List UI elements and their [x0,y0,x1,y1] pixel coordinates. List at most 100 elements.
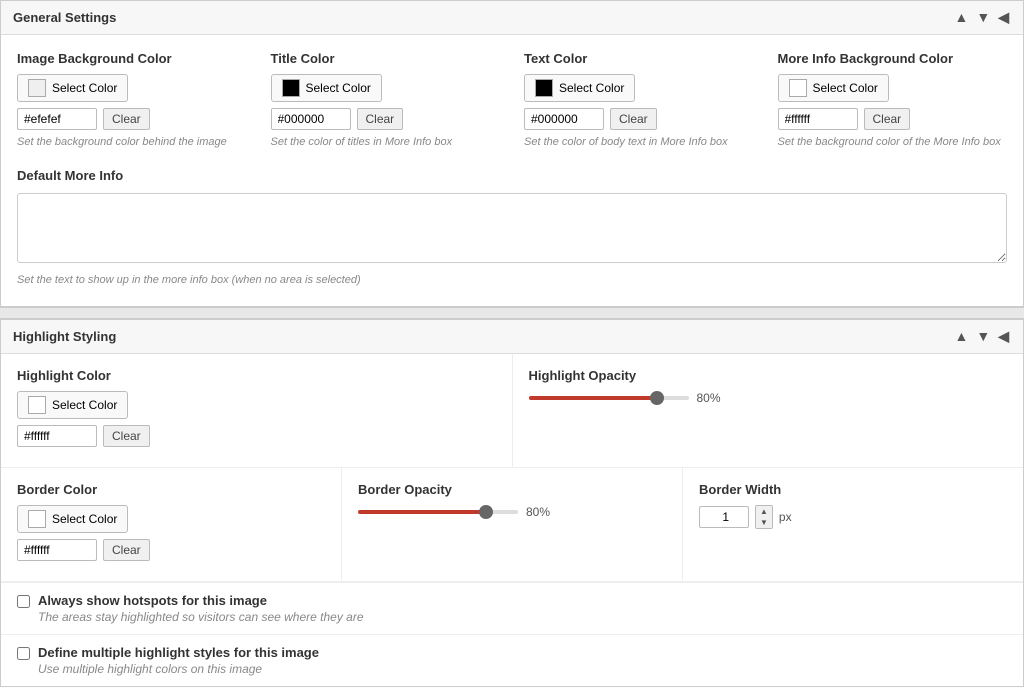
general-settings-header: General Settings ▲ ▼ ◀ [1,1,1023,35]
border-color-label: Border Color [17,482,325,497]
highlight-collapse-up-icon[interactable]: ▲ [953,328,971,345]
border-color-swatch [28,510,46,528]
border-width-decrement-btn[interactable]: ▼ [756,517,772,528]
title-hex-row: Clear [271,108,501,130]
text-clear-btn[interactable]: Clear [610,108,657,130]
border-width-unit: px [779,510,792,524]
border-width-increment-btn[interactable]: ▲ [756,506,772,517]
header-controls: ▲ ▼ ◀ [953,9,1012,26]
highlight-checkboxes: Always show hotspots for this image The … [1,582,1023,686]
define-multiple-highlights-title: Define multiple highlight styles for thi… [38,645,319,660]
more-info-bg-picker-btn[interactable]: Select Color [778,74,889,102]
default-more-info-textarea[interactable] [17,193,1007,263]
border-opacity-fill [358,510,486,514]
highlight-color-section: Highlight Color Select Color Clear [1,354,513,467]
color-fields-row: Image Background Color Select Color Clea… [17,51,1007,148]
highlight-opacity-section: Highlight Opacity 80% [513,354,1024,467]
general-settings-panel: General Settings ▲ ▼ ◀ Image Background … [0,0,1024,307]
highlight-color-btn-label: Select Color [52,398,117,412]
image-bg-hex-row: Clear [17,108,247,130]
more-info-bg-label: More Info Background Color [778,51,1008,66]
title-color-btn-label: Select Color [306,81,371,95]
define-multiple-highlights-desc: Use multiple highlight colors on this im… [38,662,319,676]
highlight-color-label: Highlight Color [17,368,496,383]
title-color-label: Title Color [271,51,501,66]
more-info-hex-input[interactable] [778,108,858,130]
border-width-section: Border Width ▲ ▼ px [683,468,1023,581]
highlight-collapse-left-icon[interactable]: ◀ [996,328,1011,345]
collapse-down-icon[interactable]: ▼ [974,9,992,26]
text-hex-row: Clear [524,108,754,130]
collapse-left-icon[interactable]: ◀ [996,9,1011,26]
title-clear-btn[interactable]: Clear [357,108,404,130]
title-color-picker-btn[interactable]: Select Color [271,74,382,102]
text-color-swatch [535,79,553,97]
highlight-opacity-thumb [650,391,664,405]
more-info-clear-btn[interactable]: Clear [864,108,911,130]
always-show-hotspots-desc: The areas stay highlighted so visitors c… [38,610,364,624]
default-more-info-section: Default More Info Set the text to show u… [17,168,1007,286]
more-info-bg-color-field: More Info Background Color Select Color … [778,51,1008,148]
highlight-clear-btn[interactable]: Clear [103,425,150,447]
highlight-opacity-value: 80% [697,391,721,405]
text-color-field: Text Color Select Color Clear Set the co… [524,51,754,148]
highlight-top-row: Highlight Color Select Color Clear Highl… [1,354,1023,468]
image-bg-color-field: Image Background Color Select Color Clea… [17,51,247,148]
image-bg-color-swatch [28,79,46,97]
border-color-btn-label: Select Color [52,512,117,526]
highlight-bottom-row: Border Color Select Color Clear Border O… [1,468,1023,582]
title-color-hint: Set the color of titles in More Info box [271,136,501,148]
image-bg-hex-input[interactable] [17,108,97,130]
border-opacity-thumb [479,505,493,519]
text-hex-input[interactable] [524,108,604,130]
text-color-hint: Set the color of body text in More Info … [524,136,754,148]
collapse-up-icon[interactable]: ▲ [953,9,971,26]
image-bg-color-picker-btn[interactable]: Select Color [17,74,128,102]
title-hex-input[interactable] [271,108,351,130]
text-color-label: Text Color [524,51,754,66]
highlight-header-controls: ▲ ▼ ◀ [953,328,1012,345]
section-divider [0,307,1024,319]
text-color-picker-btn[interactable]: Select Color [524,74,635,102]
highlight-hex-row: Clear [17,425,496,447]
highlight-opacity-fill [529,396,657,400]
image-bg-color-label: Image Background Color [17,51,247,66]
border-hex-input[interactable] [17,539,97,561]
image-bg-color-btn-label: Select Color [52,81,117,95]
border-color-section: Border Color Select Color Clear [1,468,342,581]
define-multiple-highlights-checkbox[interactable] [17,647,30,660]
highlight-hex-input[interactable] [17,425,97,447]
default-more-info-hint: Set the text to show up in the more info… [17,274,1007,286]
border-opacity-section: Border Opacity 80% [342,468,683,581]
highlight-opacity-track[interactable] [529,396,689,400]
title-color-field: Title Color Select Color Clear Set the c… [271,51,501,148]
always-show-hotspots-checkbox[interactable] [17,595,30,608]
always-show-hotspots-label-block: Always show hotspots for this image The … [38,593,364,624]
more-info-hex-row: Clear [778,108,1008,130]
border-hex-row: Clear [17,539,325,561]
image-bg-hint: Set the background color behind the imag… [17,136,247,148]
highlight-color-swatch [28,396,46,414]
border-width-input[interactable] [699,506,749,528]
highlight-styling-title: Highlight Styling [13,329,116,344]
border-opacity-track[interactable] [358,510,518,514]
border-clear-btn[interactable]: Clear [103,539,150,561]
border-opacity-slider-wrap: 80% [358,505,666,519]
define-multiple-highlights-label-block: Define multiple highlight styles for thi… [38,645,319,676]
border-width-label: Border Width [699,482,1007,497]
always-show-hotspots-row: Always show hotspots for this image The … [1,582,1023,634]
border-width-input-wrap: ▲ ▼ px [699,505,1007,529]
title-color-swatch [282,79,300,97]
border-opacity-value: 80% [526,505,550,519]
border-color-picker-btn[interactable]: Select Color [17,505,128,533]
always-show-hotspots-title: Always show hotspots for this image [38,593,364,608]
highlight-collapse-down-icon[interactable]: ▼ [974,328,992,345]
more-info-bg-btn-label: Select Color [813,81,878,95]
image-bg-clear-btn[interactable]: Clear [103,108,150,130]
border-width-stepper: ▲ ▼ [755,505,773,529]
highlight-color-picker-btn[interactable]: Select Color [17,391,128,419]
define-multiple-highlights-row: Define multiple highlight styles for thi… [1,634,1023,686]
highlight-styling-panel: Highlight Styling ▲ ▼ ◀ Highlight Color … [0,319,1024,687]
general-settings-body: Image Background Color Select Color Clea… [1,35,1023,306]
highlight-styling-header: Highlight Styling ▲ ▼ ◀ [1,320,1023,354]
